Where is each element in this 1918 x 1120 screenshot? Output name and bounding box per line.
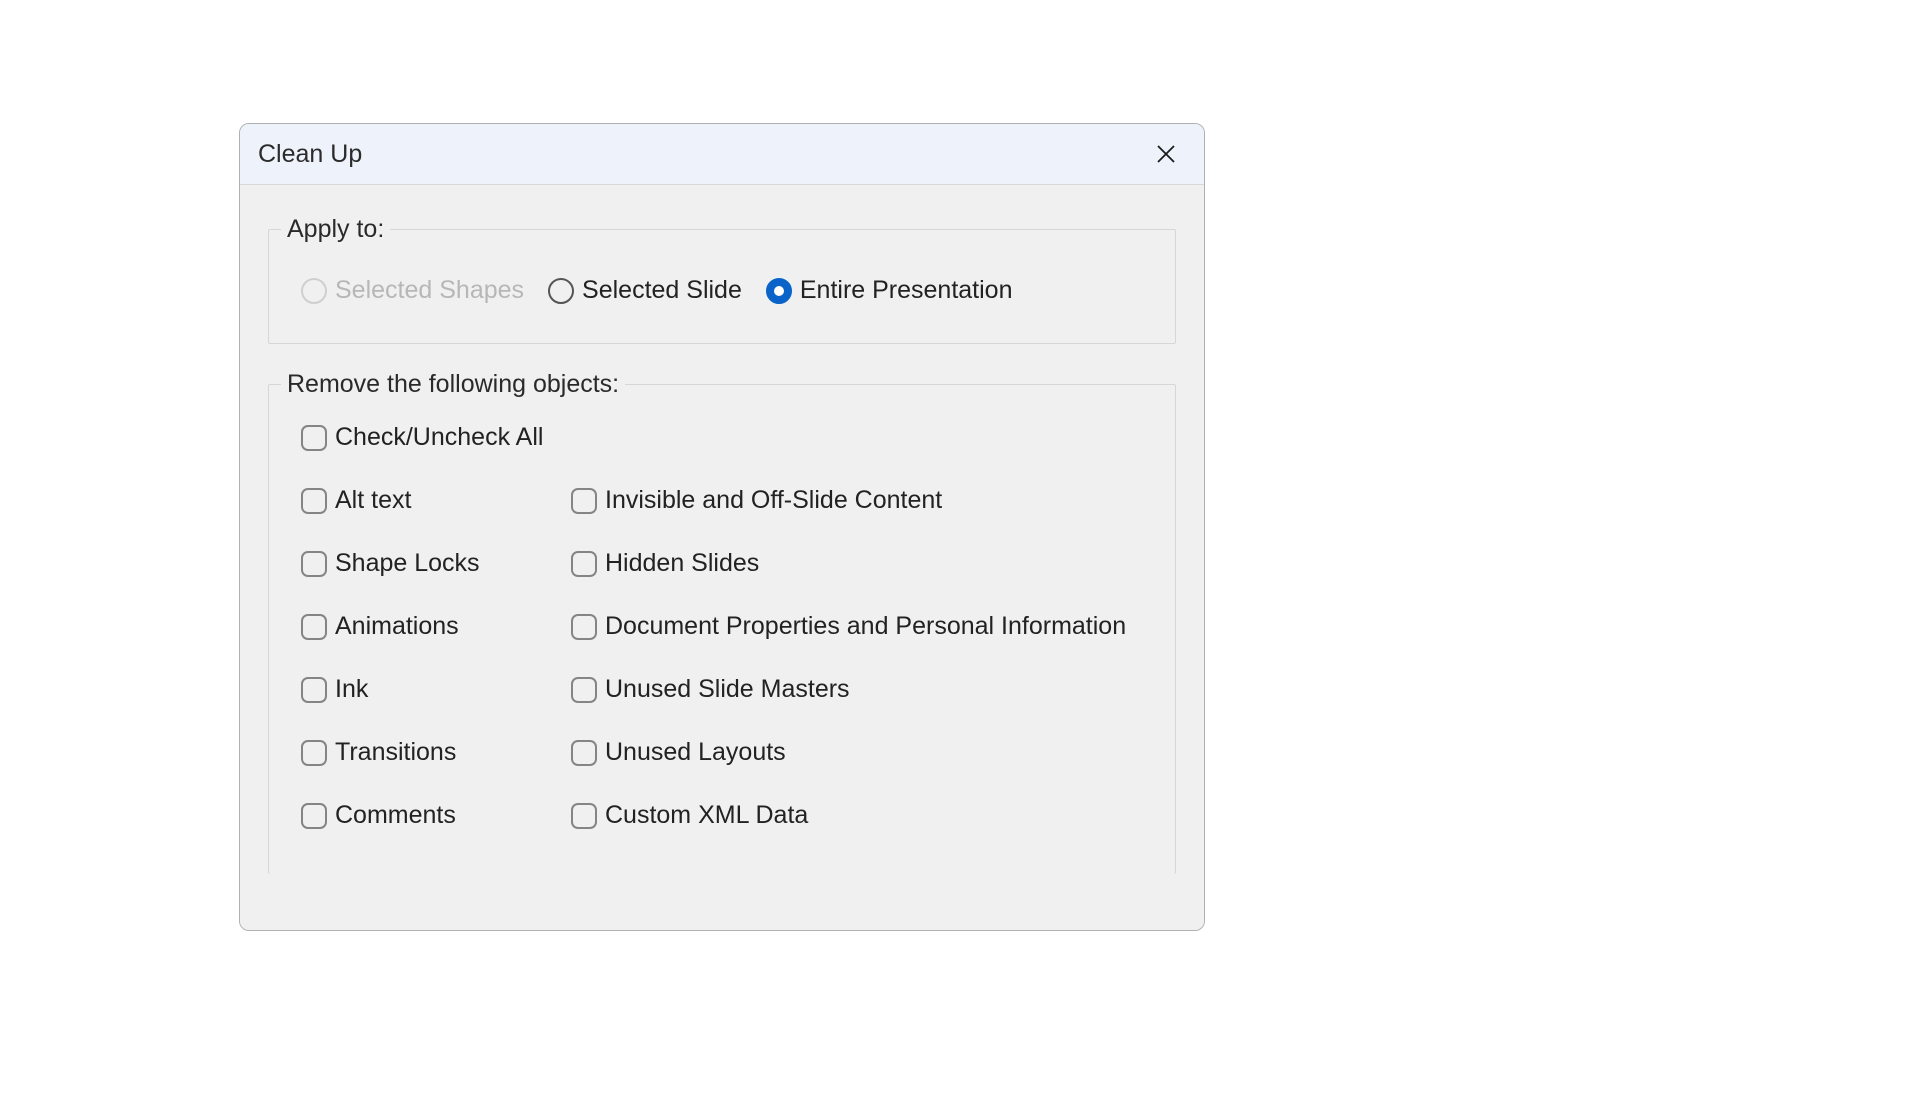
checkbox-label: Check/Uncheck All xyxy=(335,423,543,452)
radio-entire-presentation[interactable]: Entire Presentation xyxy=(766,276,1013,305)
checkbox-check-all[interactable]: Check/Uncheck All xyxy=(301,423,1153,452)
close-icon xyxy=(1155,143,1177,165)
radio-icon xyxy=(766,278,792,304)
checkbox-shape-locks[interactable]: Shape Locks xyxy=(301,549,571,578)
checkbox-icon xyxy=(301,740,327,766)
checkbox-label: Unused Slide Masters xyxy=(605,675,850,704)
checkbox-hidden-slides[interactable]: Hidden Slides xyxy=(571,549,1153,578)
checkbox-transitions[interactable]: Transitions xyxy=(301,738,571,767)
checkbox-col-left: Alt text Shape Locks Animations Ink xyxy=(301,486,571,864)
checkbox-unused-layouts[interactable]: Unused Layouts xyxy=(571,738,1153,767)
checkbox-comments[interactable]: Comments xyxy=(301,801,571,830)
checkbox-label: Animations xyxy=(335,612,459,641)
apply-to-row: Selected Shapes Selected Slide Entire Pr… xyxy=(269,244,1175,343)
checkbox-label: Hidden Slides xyxy=(605,549,759,578)
apply-to-group: Apply to: Selected Shapes Selected Slide… xyxy=(268,215,1176,344)
radio-selected-shapes: Selected Shapes xyxy=(301,276,524,305)
checkbox-icon xyxy=(571,614,597,640)
dialog-content: Apply to: Selected Shapes Selected Slide… xyxy=(240,185,1204,930)
checkbox-label: Comments xyxy=(335,801,456,830)
checkbox-alt-text[interactable]: Alt text xyxy=(301,486,571,515)
checkbox-columns: Alt text Shape Locks Animations Ink xyxy=(301,486,1153,864)
checkbox-custom-xml[interactable]: Custom XML Data xyxy=(571,801,1153,830)
radio-selected-slide[interactable]: Selected Slide xyxy=(548,276,742,305)
checkbox-label: Shape Locks xyxy=(335,549,480,578)
checkbox-icon xyxy=(571,551,597,577)
checkbox-unused-masters[interactable]: Unused Slide Masters xyxy=(571,675,1153,704)
checkbox-icon xyxy=(301,488,327,514)
checkbox-label: Ink xyxy=(335,675,368,704)
checkbox-doc-properties[interactable]: Document Properties and Personal Informa… xyxy=(571,612,1153,641)
apply-to-legend: Apply to: xyxy=(281,215,390,244)
checkbox-icon xyxy=(571,488,597,514)
checkbox-animations[interactable]: Animations xyxy=(301,612,571,641)
dialog-title: Clean Up xyxy=(258,140,362,169)
remove-objects-group: Remove the following objects: Check/Unch… xyxy=(268,370,1176,874)
checkbox-ink[interactable]: Ink xyxy=(301,675,571,704)
checkbox-col-right: Invisible and Off-Slide Content Hidden S… xyxy=(571,486,1153,864)
checkbox-label: Custom XML Data xyxy=(605,801,808,830)
checkbox-icon xyxy=(571,803,597,829)
checkbox-icon xyxy=(571,677,597,703)
radio-label: Selected Slide xyxy=(582,276,742,305)
close-button[interactable] xyxy=(1146,134,1186,174)
checkbox-icon xyxy=(301,551,327,577)
checkbox-invisible-offslide[interactable]: Invisible and Off-Slide Content xyxy=(571,486,1153,515)
radio-icon xyxy=(301,278,327,304)
radio-label: Entire Presentation xyxy=(800,276,1013,305)
checkbox-icon xyxy=(301,803,327,829)
checkbox-label: Transitions xyxy=(335,738,456,767)
radio-label: Selected Shapes xyxy=(335,276,524,305)
checkbox-icon xyxy=(571,740,597,766)
remove-objects-legend: Remove the following objects: xyxy=(281,370,625,399)
checkbox-icon xyxy=(301,425,327,451)
cleanup-dialog: Clean Up Apply to: Selected Shapes Selec… xyxy=(239,123,1205,931)
radio-icon xyxy=(548,278,574,304)
checkbox-label: Alt text xyxy=(335,486,411,515)
checkbox-icon xyxy=(301,614,327,640)
checkbox-label: Unused Layouts xyxy=(605,738,786,767)
checkbox-label: Document Properties and Personal Informa… xyxy=(605,612,1126,641)
remove-objects-body: Check/Uncheck All Alt text Shape Locks xyxy=(269,399,1175,874)
dialog-titlebar: Clean Up xyxy=(240,124,1204,185)
checkbox-icon xyxy=(301,677,327,703)
checkbox-label: Invisible and Off-Slide Content xyxy=(605,486,942,515)
